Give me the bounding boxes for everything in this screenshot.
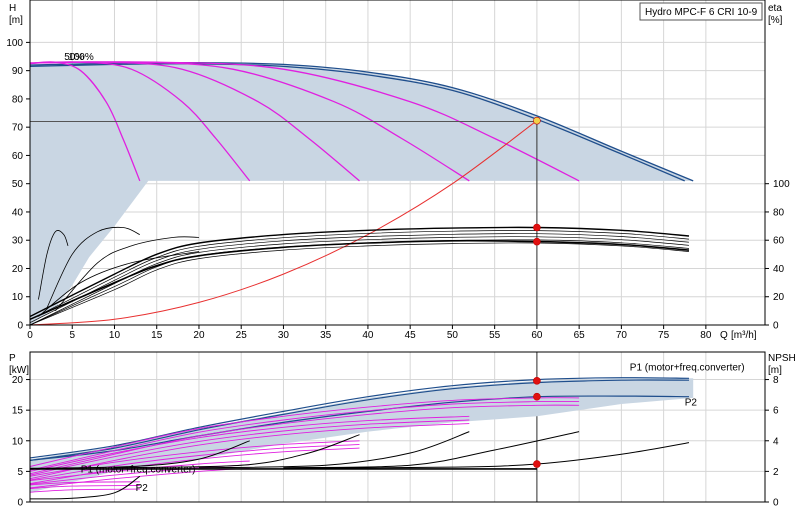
head-duty-point (533, 223, 541, 232)
eta-axis-unit: [%] (768, 15, 783, 26)
head-tick-label: 30 (12, 236, 24, 247)
eta-tick-label: 80 (773, 207, 785, 218)
flow-tick-label: 65 (574, 330, 586, 341)
eta-axis-label: eta (768, 3, 782, 14)
npsh-tick-label: 6 (773, 406, 779, 417)
flow-tick-label: 0 (27, 330, 33, 341)
efficiency-curve-fan (29, 236, 690, 326)
head-duty-point (533, 237, 541, 246)
head-tick-label: 80 (12, 94, 24, 105)
power-duty-point (533, 392, 541, 401)
power-tick-label: 10 (12, 436, 24, 447)
flow-tick-label: 10 (109, 330, 121, 341)
efficiency-curve-upper (29, 226, 690, 318)
power-tick-label: 15 (12, 406, 24, 417)
head-tick-label: 10 (12, 292, 24, 303)
head-tick-label: 0 (17, 321, 23, 332)
head-duty-point (533, 116, 541, 125)
eta-tick-label: 60 (773, 236, 785, 247)
power-curve-label: P2 (685, 397, 698, 408)
flow-tick-label: 75 (658, 330, 670, 341)
efficiency-curve-fan (29, 239, 690, 326)
npsh-axis-unit: [m] (768, 365, 782, 376)
npsh-tick-label: 8 (773, 375, 779, 386)
power-curve-label: P1 (motor+freq.converter) (81, 465, 196, 476)
power-axis-unit: [kW] (9, 365, 29, 376)
power-duty-point (533, 376, 541, 385)
flow-tick-label: 25 (236, 330, 248, 341)
head-tick-label: 70 (12, 123, 24, 134)
flow-axis-label: Q (720, 330, 728, 341)
efficiency-curve-fan (29, 227, 690, 317)
flow-tick-label: 20 (193, 330, 205, 341)
flow-axis-unit: [m³/h] (731, 330, 757, 341)
efficiency-curve-fan (29, 242, 690, 326)
eta-tick-label: 20 (773, 292, 785, 303)
power-axis-label: P (9, 353, 16, 364)
head-panel-series (29, 61, 694, 502)
chart-svg: P1 (motor+freq.converter)P2P1 (motor+fre… (6, 0, 796, 509)
eta-tick-label: 100 (773, 179, 790, 190)
head-axis-unit: [m] (9, 15, 23, 26)
flow-tick-label: 40 (362, 330, 374, 341)
flow-tick-label: 15 (151, 330, 163, 341)
flow-tick-label: 35 (320, 330, 332, 341)
npsh-curve (283, 442, 690, 469)
head-tick-label: 90 (12, 66, 24, 77)
flow-tick-label: 5 (69, 330, 75, 341)
npsh-tick-label: 2 (773, 467, 779, 478)
power-panel-series: P1 (motor+freq.converter) P2 P1 (motor+fre… (29, 362, 745, 500)
flow-tick-label: 70 (616, 330, 628, 341)
power-tick-label: 5 (17, 467, 23, 478)
npsh-tick-label: 0 (773, 498, 779, 509)
flow-tick-label: 80 (700, 330, 712, 341)
flow-tick-label: 55 (489, 330, 501, 341)
flow-tick-label: 30 (278, 330, 290, 341)
eta-tick-label: 0 (773, 321, 779, 332)
product-title: Hydro MPC-F 6 CRI 10-9 (645, 7, 758, 18)
head-tick-label: 20 (12, 264, 24, 275)
pump-curve-chart: P1 (motor+freq.converter) P2 P1 (motor+fre… (0, 0, 800, 520)
flow-tick-label: 45 (405, 330, 417, 341)
efficiency-annotation-overlap: 100% (68, 52, 94, 63)
power-curve-label: P2 (136, 483, 149, 494)
head-tick-label: 40 (12, 207, 24, 218)
head-tick-label: 100 (6, 38, 23, 49)
head-operating-envelope (30, 62, 694, 325)
head-axis-label: H (9, 3, 16, 14)
power-tick-label: 0 (17, 498, 23, 509)
eta-tick-label: 40 (773, 264, 785, 275)
npsh-axis-label: NPSH (768, 353, 796, 364)
flow-tick-label: 50 (447, 330, 459, 341)
power-curve-label: P1 (motor+freq.converter) (630, 362, 745, 373)
power-speed-curve (29, 488, 140, 493)
power-duty-point (533, 460, 541, 468)
head-tick-label: 60 (12, 151, 24, 162)
head-tick-label: 50 (12, 179, 24, 190)
npsh-tick-label: 4 (773, 436, 779, 447)
flow-tick-label: 60 (531, 330, 543, 341)
power-tick-label: 20 (12, 375, 24, 386)
